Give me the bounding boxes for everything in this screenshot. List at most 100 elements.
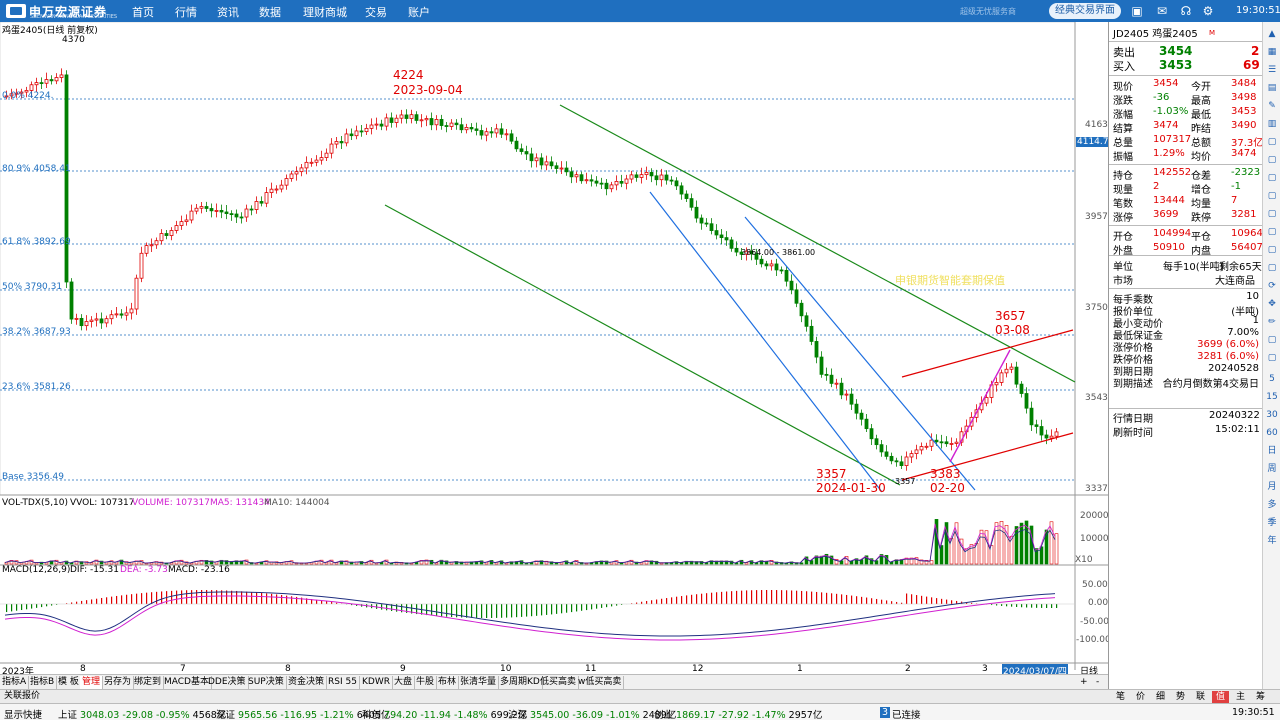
period-5[interactable]: 5 (1266, 373, 1278, 385)
index-quote[interactable]: 沪深 3545.00 -36.09 -1.01% 2489亿 (508, 707, 676, 720)
period-month[interactable]: 月 (1266, 481, 1278, 493)
grid-icon[interactable]: ▦ (1266, 46, 1278, 58)
candle-body (359, 130, 364, 133)
macd-bar (426, 604, 428, 616)
list-icon[interactable]: ☰ (1266, 64, 1278, 76)
nav-data[interactable]: 数据 (259, 4, 281, 20)
quote-view-tab[interactable]: 细 (1152, 691, 1169, 703)
monitor-icon[interactable]: ▣ (1130, 4, 1144, 18)
indicator-tab[interactable]: RSI 55 (326, 676, 360, 689)
indicator-tab[interactable]: 管理 (80, 676, 104, 689)
box4-icon[interactable]: ▢ (1266, 190, 1278, 202)
add-tab-button[interactable]: + (1078, 676, 1090, 689)
indicator-tab[interactable]: SUP决策 (246, 676, 287, 689)
quote-view-tab[interactable]: 联 (1192, 691, 1209, 703)
index-quote-part: 上证 (58, 710, 78, 720)
index-quote[interactable]: 创业 1869.17 -27.92 -1.47% 2957亿 (654, 707, 822, 720)
quote-view-tab[interactable]: 价 (1132, 691, 1149, 703)
period-30[interactable]: 30 (1266, 409, 1278, 421)
period-week[interactable]: 周 (1266, 463, 1278, 475)
nav-account[interactable]: 账户 (408, 4, 430, 20)
period-year[interactable]: 年 (1266, 535, 1278, 547)
chart-icon[interactable]: ▤ (1266, 82, 1278, 94)
candle-body (134, 277, 139, 310)
position-value: 7 (1231, 195, 1238, 206)
indicator-tab[interactable]: 资金决策 (286, 676, 328, 689)
indicator-tab[interactable]: 大盘 (392, 676, 416, 689)
nav-wealth-mall[interactable]: 理财商城 (303, 4, 347, 20)
chart-area[interactable]: 鸡蛋2405(日线 前复权) 4370 0.0% 4224. 80.9% 405… (0, 22, 1111, 677)
box5-icon[interactable]: ▢ (1266, 208, 1278, 220)
indicator-tab[interactable]: 另存为 (102, 676, 135, 689)
table-icon[interactable]: ▥ (1266, 118, 1278, 130)
period-multi[interactable]: 多 (1266, 499, 1278, 511)
candle-body (629, 174, 634, 180)
period-15[interactable]: 15 (1266, 391, 1278, 403)
indicator-tab[interactable]: 绑定到 (132, 676, 165, 689)
index-quote[interactable]: 科创 794.20 -11.94 -1.48% 699.2亿 (362, 707, 527, 720)
candle-body (659, 174, 664, 181)
buy-row[interactable]: 买入 3453 69 (1113, 58, 1261, 73)
box9-icon[interactable]: ▢ (1266, 334, 1278, 346)
headset-icon[interactable]: ☊ (1179, 4, 1193, 18)
kline-chart[interactable] (0, 22, 1108, 676)
up-icon[interactable]: ▲ (1266, 28, 1278, 40)
indicator-tab[interactable]: 布林 (436, 676, 460, 689)
nav-trade[interactable]: 交易 (365, 4, 387, 20)
box6-icon[interactable]: ▢ (1266, 226, 1278, 238)
indicator-tab[interactable]: w低买高卖 (576, 676, 625, 689)
show-quote-toggle[interactable]: 显示快捷 (4, 707, 42, 720)
pen-icon[interactable]: ✎ (1266, 100, 1278, 112)
related-quote-tab[interactable]: 关联报价 (2, 690, 42, 703)
indicator-tab[interactable]: DDE决策 (206, 676, 249, 689)
period-quarter[interactable]: 季 (1266, 517, 1278, 529)
box7-icon[interactable]: ▢ (1266, 244, 1278, 256)
box3-icon[interactable]: ▢ (1266, 172, 1278, 184)
indicator-tab[interactable]: 模 板 (56, 676, 82, 689)
indicator-tab[interactable]: 张清华量 (458, 676, 500, 689)
sell-row[interactable]: 卖出 3454 2 (1113, 44, 1261, 59)
macd-bar (111, 596, 113, 604)
indicator-tab[interactable]: 低买高卖 (538, 676, 580, 689)
indicator-tab[interactable]: 多周期KD (498, 676, 543, 689)
indicator-tab[interactable]: 牛股 (414, 676, 438, 689)
remove-tab-button[interactable]: - (1094, 676, 1101, 689)
index-quote[interactable]: 上证 3048.03 -29.08 -0.95% 4568亿 (58, 707, 226, 720)
nav-home[interactable]: 首页 (132, 4, 154, 20)
nav-quotes[interactable]: 行情 (175, 4, 197, 20)
candle-body (1034, 424, 1039, 427)
classic-trade-button[interactable]: 经典交易界面 (1049, 3, 1121, 19)
box10-icon[interactable]: ▢ (1266, 352, 1278, 364)
nav-news[interactable]: 资讯 (217, 4, 239, 20)
candle-body (339, 141, 344, 144)
period-day[interactable]: 日 (1266, 445, 1278, 457)
pencil-icon[interactable]: ✏ (1266, 316, 1278, 328)
box-icon[interactable]: ▢ (1266, 136, 1278, 148)
macd-bar (171, 590, 173, 604)
indicator-tab[interactable]: MACD基本 (162, 676, 212, 689)
box2-icon[interactable]: ▢ (1266, 154, 1278, 166)
candle-body (434, 119, 439, 126)
mail-icon[interactable]: ✉ (1155, 4, 1169, 18)
connection-index: 3 (880, 707, 891, 718)
candle-body (554, 165, 559, 169)
quote-view-tab[interactable]: 势 (1172, 691, 1189, 703)
box8-icon[interactable]: ▢ (1266, 262, 1278, 274)
quote-view-tab[interactable]: 筹 (1252, 691, 1269, 703)
candle-body (449, 122, 454, 127)
period-60[interactable]: 60 (1266, 427, 1278, 439)
candle-body (239, 216, 244, 219)
gear-icon[interactable]: ⚙ (1201, 4, 1215, 18)
quote-view-tab[interactable]: 笔 (1112, 691, 1129, 703)
macd-bar (256, 592, 258, 604)
indicator-tab[interactable]: 指标A (0, 676, 30, 689)
indicator-tab[interactable]: 指标B (28, 676, 58, 689)
candle-body (599, 182, 604, 185)
macd-bar (506, 604, 508, 618)
quote-view-tab[interactable]: 值 (1212, 691, 1229, 703)
indicator-tab[interactable]: KDWR (360, 676, 393, 689)
refresh-icon[interactable]: ⟳ (1266, 280, 1278, 292)
move-icon[interactable]: ✥ (1266, 298, 1278, 310)
macd-bar (696, 594, 698, 604)
quote-view-tab[interactable]: 主 (1232, 691, 1249, 703)
